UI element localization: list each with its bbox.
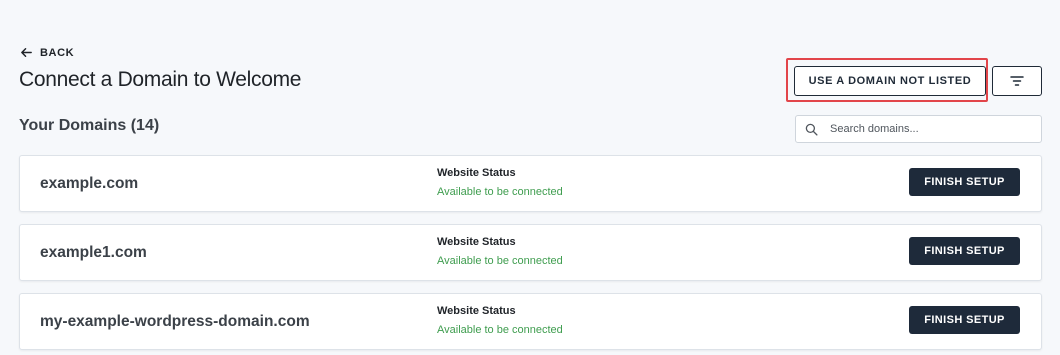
filter-icon: [1010, 76, 1024, 86]
domain-card: my-example-wordpress-domain.com Website …: [19, 293, 1042, 350]
website-status-value: Available to be connected: [437, 255, 563, 267]
website-status-label: Website Status: [437, 305, 516, 317]
back-link[interactable]: BACK: [20, 46, 74, 59]
website-status-label: Website Status: [437, 167, 516, 179]
domain-name: my-example-wordpress-domain.com: [40, 313, 310, 330]
search-icon: [805, 123, 818, 136]
your-domains-heading: Your Domains (14): [19, 117, 160, 134]
domain-name: example.com: [40, 175, 139, 192]
finish-setup-button[interactable]: FINISH SETUP: [909, 306, 1020, 334]
domain-card: example.com Website Status Available to …: [19, 155, 1042, 212]
arrow-left-icon: [21, 48, 32, 57]
domain-name: example1.com: [40, 244, 147, 261]
use-domain-not-listed-button[interactable]: USE A DOMAIN NOT LISTED: [794, 66, 986, 96]
search-input[interactable]: [828, 122, 1032, 136]
website-status-label: Website Status: [437, 236, 516, 248]
search-box[interactable]: [795, 115, 1042, 143]
back-label: BACK: [40, 46, 75, 59]
website-status-value: Available to be connected: [437, 324, 563, 336]
finish-setup-button[interactable]: FINISH SETUP: [909, 168, 1020, 196]
website-status-value: Available to be connected: [437, 186, 563, 198]
filter-button[interactable]: [992, 66, 1042, 96]
finish-setup-button[interactable]: FINISH SETUP: [909, 237, 1020, 265]
domain-card: example1.com Website Status Available to…: [19, 224, 1042, 281]
page-title: Connect a Domain to Welcome: [19, 68, 302, 91]
